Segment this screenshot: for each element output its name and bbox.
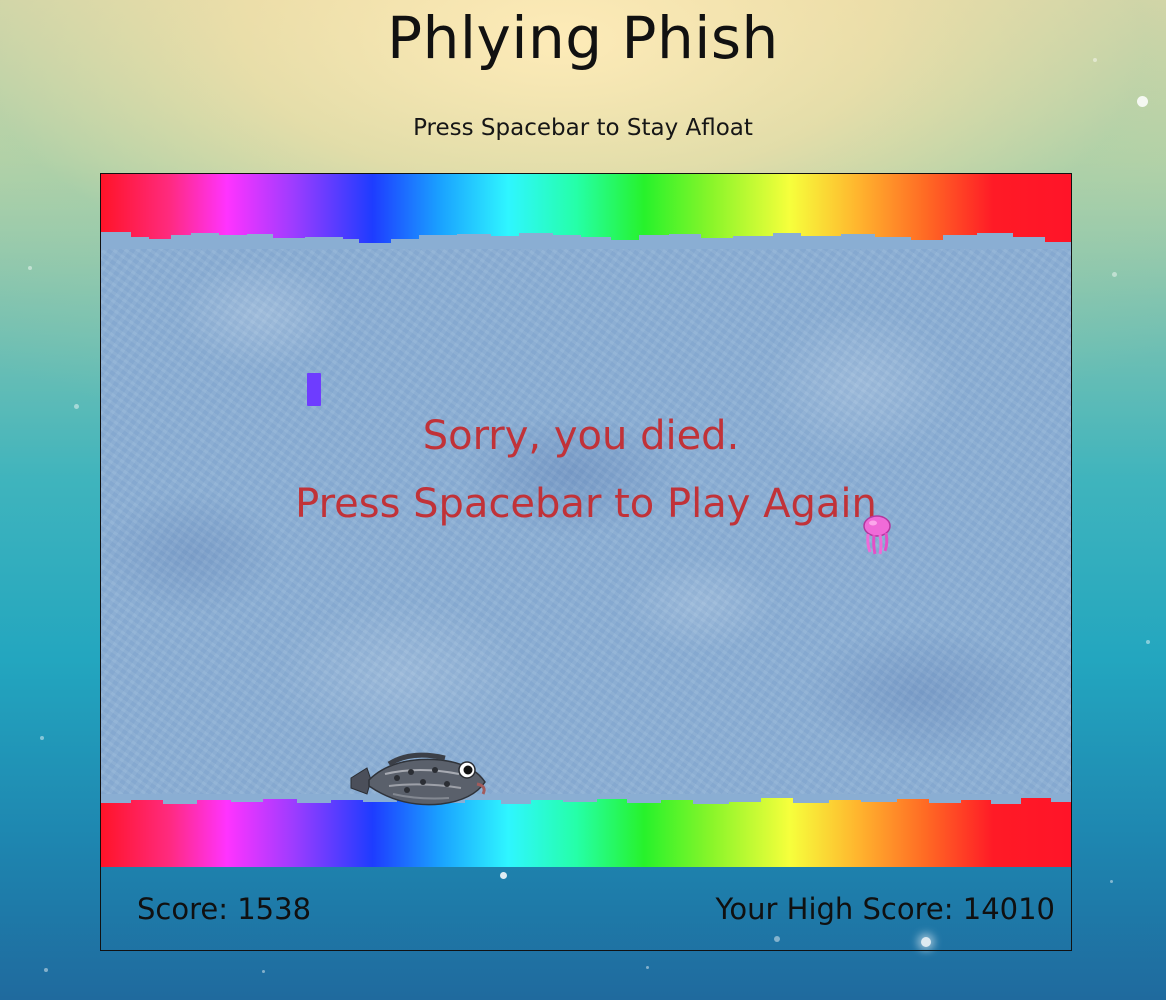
- background-star: [1137, 96, 1148, 107]
- background-star: [262, 970, 265, 973]
- page-title: Phlying Phish: [387, 4, 779, 72]
- water-edge-top: [101, 232, 1071, 249]
- death-message: Sorry, you died.: [422, 413, 740, 459]
- fish-icon: [350, 752, 486, 806]
- background-star: [44, 968, 48, 972]
- background-star: [28, 266, 32, 270]
- purple-obstacle: [307, 373, 321, 406]
- game-canvas[interactable]: Sorry, you died. Press Spacebar to Play …: [101, 174, 1071, 867]
- score-label: Score: 1538: [137, 892, 312, 926]
- background-star: [1110, 880, 1113, 883]
- game-frame: Sorry, you died. Press Spacebar to Play …: [100, 173, 1072, 951]
- background-star: [1112, 272, 1117, 277]
- background-star: [646, 966, 649, 969]
- water-edge-bottom: [101, 794, 1071, 804]
- jellyfish-icon: [863, 515, 891, 555]
- score-bar: Score: 1538 Your High Score: 14010: [101, 867, 1071, 950]
- background-star: [1146, 640, 1150, 644]
- page-subtitle: Press Spacebar to Stay Afloat: [413, 115, 753, 141]
- background-star: [74, 404, 79, 409]
- play-again-prompt: Press Spacebar to Play Again: [295, 481, 877, 527]
- high-score-label: Your High Score: 14010: [715, 892, 1055, 926]
- background-star: [40, 736, 44, 740]
